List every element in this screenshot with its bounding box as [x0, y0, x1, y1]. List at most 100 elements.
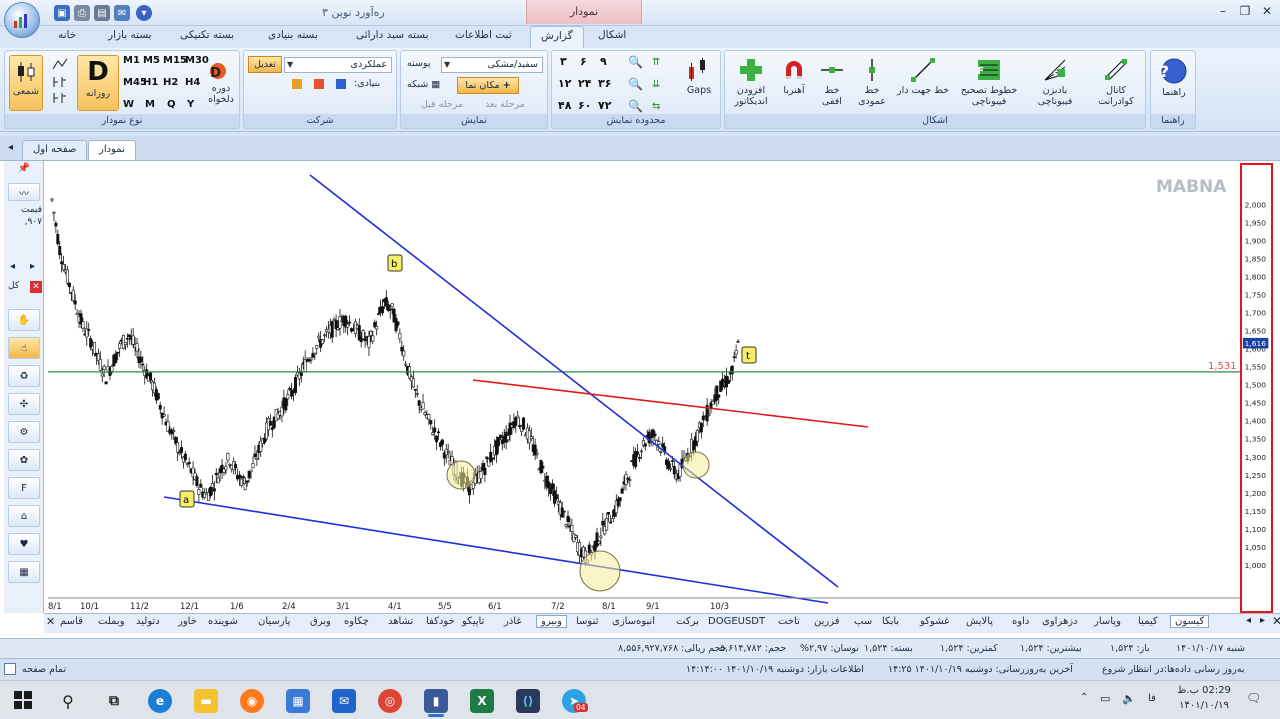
- clear-icon[interactable]: ✕: [30, 281, 42, 293]
- print-icon[interactable]: ⎙: [74, 5, 90, 21]
- email-icon[interactable]: ✉: [114, 5, 130, 21]
- tool-sheet-icon[interactable]: ▦: [8, 561, 40, 583]
- adjust-button[interactable]: تعدیل: [248, 56, 282, 73]
- symbol-tab[interactable]: تاپیکو: [462, 616, 484, 627]
- clock-date[interactable]: ۱۴۰۱/۱۰/۱۹: [1176, 700, 1232, 711]
- chrome-icon[interactable]: ◎: [378, 689, 402, 713]
- tab-market[interactable]: بسته بازار: [108, 29, 152, 41]
- symbol-tab[interactable]: وبیرو: [536, 615, 567, 628]
- gaps-button[interactable]: Gaps: [682, 57, 716, 96]
- symbol-tab[interactable]: چکاوه: [344, 616, 369, 627]
- symbol-tab[interactable]: شوینده: [208, 616, 238, 627]
- range-36[interactable]: ۳۶: [598, 77, 611, 90]
- symbol-tab[interactable]: پالایش: [966, 616, 993, 627]
- app-menu-button[interactable]: [4, 2, 40, 38]
- task-view-icon[interactable]: ⧉: [102, 689, 126, 713]
- fullscreen-icon[interactable]: [4, 663, 16, 675]
- scroll-right-icon[interactable]: ⇊: [652, 79, 660, 90]
- period-m15[interactable]: M15: [163, 55, 187, 66]
- candle-chart-button[interactable]: شمعی: [9, 55, 43, 111]
- tool-puzzle-icon[interactable]: ✣: [8, 393, 40, 415]
- tab-data-entry[interactable]: ثبت اطلاعات: [455, 29, 512, 41]
- tool-green-icon[interactable]: ♻: [8, 365, 40, 387]
- daily-button[interactable]: D روزانه: [77, 55, 119, 111]
- tab-portfolio[interactable]: بسته سبد دارائی: [356, 29, 429, 41]
- tab-shapes[interactable]: اشکال: [598, 29, 626, 41]
- rahavard-app-icon[interactable]: ▮: [424, 689, 448, 713]
- range-60[interactable]: ۶۰: [578, 99, 591, 112]
- clock-time[interactable]: 02:29 ب.ظ: [1176, 685, 1232, 696]
- marker-circle[interactable]: [446, 460, 476, 490]
- scroll-end-icon[interactable]: ⇆: [652, 101, 660, 112]
- horizontal-line-button[interactable]: خط افقی: [815, 57, 849, 107]
- mail-icon[interactable]: ✉: [332, 689, 356, 713]
- symbol-tab[interactable]: ثنوسا: [576, 616, 598, 627]
- maximize-icon[interactable]: ❐: [1236, 4, 1254, 18]
- fund-box-icon[interactable]: [336, 79, 346, 89]
- period-month[interactable]: M: [145, 99, 155, 110]
- symbol-tab[interactable]: قاسم: [60, 616, 83, 627]
- annotation-a[interactable]: a: [179, 490, 195, 508]
- trend-line-button[interactable]: خط جهت دار: [895, 57, 951, 96]
- network-icon[interactable]: ▭: [1100, 692, 1110, 705]
- language-indicator[interactable]: فا: [1148, 693, 1156, 704]
- symbol-tab[interactable]: DOGEUSDT: [708, 616, 765, 627]
- tabs-scroll-icon[interactable]: ◂: [8, 142, 13, 153]
- scroll-left-icon[interactable]: ⇈: [652, 57, 660, 68]
- scroll-left-arrow[interactable]: ◂: [10, 261, 15, 272]
- symbol-tab[interactable]: تاخت: [778, 616, 800, 627]
- fund-box-icon[interactable]: [292, 79, 302, 89]
- annotation-b[interactable]: b: [387, 254, 403, 272]
- scroll-right-arrow[interactable]: ▸: [30, 261, 35, 272]
- price-chart-icon[interactable]: 〰: [8, 183, 40, 201]
- range-72[interactable]: ۷۲: [598, 99, 611, 112]
- next-step-button[interactable]: مرحله بعد: [485, 99, 525, 110]
- symbol-tab[interactable]: خاور: [178, 616, 197, 627]
- tool-gear-icon[interactable]: ⚙: [8, 421, 40, 443]
- edge-icon[interactable]: e: [148, 689, 172, 713]
- strip-right-icon[interactable]: ▸: [1260, 615, 1265, 626]
- skin-combo[interactable]: سفید/مشکی ▼: [441, 57, 543, 73]
- search-icon[interactable]: ⚲: [56, 689, 80, 713]
- save-icon[interactable]: ▣: [54, 5, 70, 21]
- print-preview-icon[interactable]: ▤: [94, 5, 110, 21]
- annotation-t[interactable]: t: [741, 346, 757, 364]
- store-icon[interactable]: ▦: [286, 689, 310, 713]
- quadrant-channel-button[interactable]: کانال کوادرانت: [1089, 57, 1143, 107]
- tab-fundamental[interactable]: بسته بنیادی: [268, 29, 318, 41]
- close-icon[interactable]: ✕: [1258, 4, 1276, 18]
- firefox-icon[interactable]: ◉: [240, 689, 264, 713]
- symbol-tab[interactable]: بابکا: [882, 616, 899, 627]
- period-m1[interactable]: M1: [123, 55, 140, 66]
- magnet-button[interactable]: آهنربا: [777, 57, 811, 96]
- symbol-tab[interactable]: دزهراوی: [1042, 616, 1078, 627]
- tab-technical[interactable]: بسته تکنیکی: [180, 29, 234, 41]
- symbol-tab[interactable]: خودکفا: [426, 616, 455, 627]
- fund-box-icon[interactable]: [314, 79, 324, 89]
- tool-heart-icon[interactable]: ♥: [8, 533, 40, 555]
- symbol-tab[interactable]: دتولید: [136, 616, 160, 627]
- file-explorer-icon[interactable]: ▬: [194, 689, 218, 713]
- tool-pink-icon[interactable]: ✿: [8, 449, 40, 471]
- price-chart[interactable]: MABNA 1,531 a b t 8/1 10/1 11/2 12/1 1/6 2/4 3…: [48, 163, 1240, 613]
- period-quarter[interactable]: Q: [167, 99, 176, 110]
- symbol-tab[interactable]: کیسون: [1170, 615, 1210, 628]
- all-label[interactable]: کل: [8, 281, 19, 291]
- symbol-tab[interactable]: وپاسار: [1094, 616, 1121, 627]
- symbol-tab[interactable]: غاذر: [504, 616, 522, 627]
- symbol-tab[interactable]: وبملت: [98, 616, 125, 627]
- excel-icon[interactable]: X: [470, 689, 494, 713]
- marker-circle[interactable]: [579, 550, 621, 592]
- fib-fan-button[interactable]: F بادبزن فیبوناچی: [1027, 57, 1083, 107]
- vertical-line-button[interactable]: خط عمودی: [855, 57, 889, 107]
- period-h4[interactable]: H4: [185, 77, 200, 88]
- doc-tab-chart[interactable]: نمودار: [88, 140, 136, 160]
- custom-period-button[interactable]: D دوره دلخواه: [203, 59, 239, 105]
- range-3[interactable]: ۳: [560, 55, 567, 68]
- line-chart-types[interactable]: [47, 57, 73, 111]
- cursor-button[interactable]: + مکان نما: [457, 77, 519, 94]
- symbol-tab[interactable]: انبوه‌سازی: [612, 616, 655, 627]
- prev-step-button[interactable]: مرحله قبل: [421, 99, 463, 110]
- pointer-tool-icon[interactable]: ☝: [8, 337, 40, 359]
- tray-chevron-icon[interactable]: ⌃: [1080, 692, 1088, 703]
